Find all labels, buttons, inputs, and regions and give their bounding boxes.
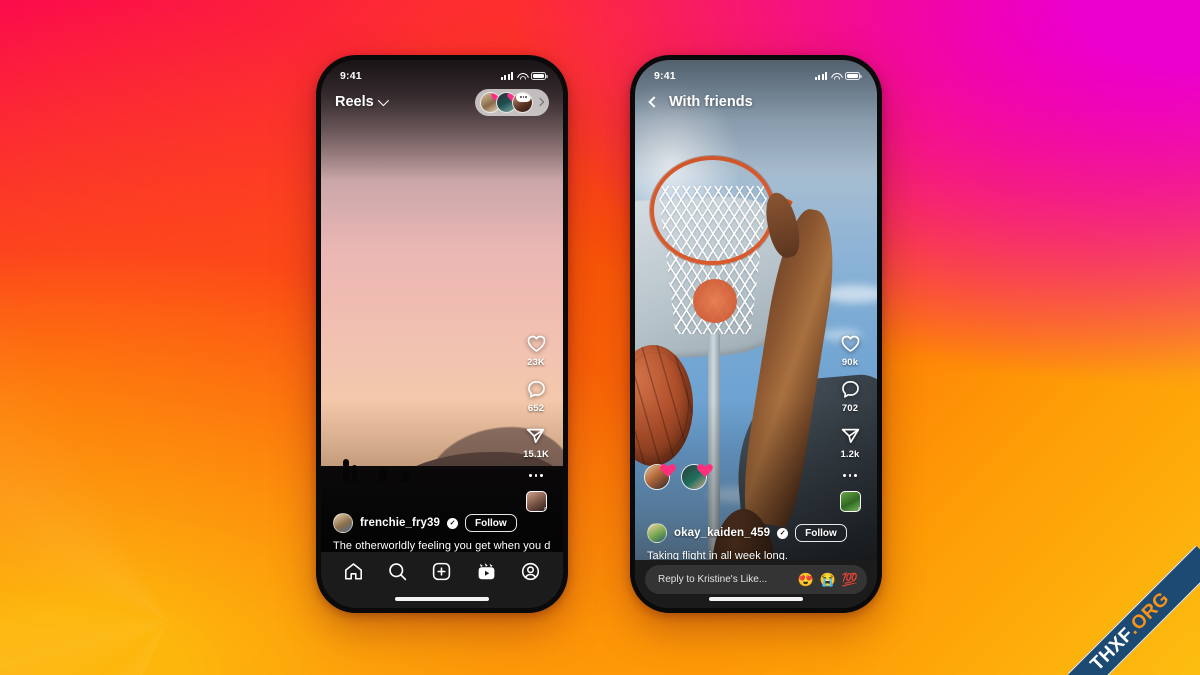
- audio-track-button[interactable]: ♫: [525, 491, 547, 512]
- cellular-bars-icon: [501, 72, 513, 80]
- more-options-button[interactable]: [529, 471, 543, 480]
- author-row: okay_kaiden_459 ✓ Follow: [647, 523, 865, 543]
- reels-header: Reels: [321, 88, 563, 116]
- avatar[interactable]: [333, 513, 353, 533]
- heart-icon: [841, 335, 859, 352]
- verified-badge-icon: ✓: [447, 517, 459, 529]
- share-count: 1.2k: [840, 449, 860, 461]
- background-sheen: [0, 0, 1200, 675]
- emoji-sob[interactable]: 😭: [820, 573, 836, 586]
- comment-button[interactable]: 702: [840, 379, 861, 414]
- music-note-icon: ♫: [856, 505, 860, 512]
- share-button[interactable]: 1.2k: [840, 425, 861, 460]
- status-bar: 9:41: [635, 60, 877, 86]
- more-options-icon: [529, 471, 543, 480]
- friend-avatar-3[interactable]: [512, 91, 533, 113]
- chevron-right-icon[interactable]: [535, 97, 545, 107]
- quick-emoji-row: 😍 😭 💯: [797, 573, 858, 586]
- share-button[interactable]: 15.1K: [523, 425, 549, 460]
- phone-reels-feed: 9:41 Reels 23K 652 15.1K frenchie_fry39 …: [316, 55, 568, 613]
- share-icon: [527, 429, 545, 444]
- chevron-down-icon[interactable]: [377, 94, 389, 107]
- author-row: frenchie_fry39 ✓ Follow: [333, 513, 551, 533]
- home-indicator: [395, 597, 489, 601]
- with-friends-header: With friends: [635, 88, 877, 116]
- heart-icon: [527, 335, 545, 352]
- comment-count: 652: [527, 403, 545, 415]
- reels-icon: [478, 563, 495, 580]
- like-count: 90k: [841, 357, 859, 369]
- more-options-button[interactable]: [843, 471, 857, 480]
- comment-count: 702: [841, 403, 859, 415]
- wifi-icon: [517, 72, 527, 81]
- tab-home[interactable]: [343, 561, 364, 587]
- caption[interactable]: The otherworldly feeling you get when yo…: [333, 540, 551, 552]
- tab-profile[interactable]: [520, 561, 541, 587]
- reel-meta-left: frenchie_fry39 ✓ Follow The otherworldly…: [321, 513, 563, 552]
- cellular-bars-icon: [815, 72, 827, 80]
- home-icon: [344, 563, 362, 580]
- friend-reaction-avatar-2[interactable]: [681, 464, 713, 490]
- profile-icon: [522, 562, 540, 581]
- status-icons: [815, 72, 862, 81]
- status-bar: 9:41: [321, 60, 563, 86]
- phone-with-friends: 9:41 With friends 90k 702 1.2k okay_kaid…: [630, 55, 882, 613]
- reels-title-group[interactable]: Reels: [335, 94, 389, 110]
- create-icon: [433, 562, 451, 581]
- verified-badge-icon: ✓: [777, 527, 789, 539]
- tab-create[interactable]: [431, 561, 452, 587]
- comment-button[interactable]: 652: [526, 379, 547, 414]
- status-icons: [501, 72, 548, 81]
- tab-reels[interactable]: [476, 561, 497, 587]
- status-clock: 9:41: [340, 70, 362, 82]
- status-clock: 9:41: [654, 70, 676, 82]
- story-reactions-pill[interactable]: [475, 88, 549, 116]
- screen-reels-feed: 9:41 Reels 23K 652 15.1K frenchie_fry39 …: [321, 60, 563, 608]
- like-button[interactable]: 90k: [840, 333, 861, 368]
- comment-icon: [527, 381, 545, 398]
- more-options-icon: [843, 471, 857, 480]
- share-icon: [841, 429, 859, 444]
- reel-meta-right: okay_kaiden_459 ✓ Follow Taking flight i…: [635, 523, 877, 562]
- page-title: Reels: [335, 94, 374, 110]
- follow-button[interactable]: Follow: [795, 524, 847, 542]
- follow-button[interactable]: Follow: [465, 514, 517, 532]
- chevron-left-icon[interactable]: [648, 96, 660, 108]
- friend-reactions: [644, 464, 713, 490]
- like-count: 23K: [527, 357, 545, 369]
- page-title: With friends: [669, 94, 753, 110]
- avatar[interactable]: [647, 523, 667, 543]
- comment-bubble-sticker: [516, 92, 531, 102]
- wifi-icon: [831, 72, 841, 81]
- username[interactable]: okay_kaiden_459: [674, 527, 770, 539]
- friend-reaction-avatar-1[interactable]: [644, 464, 676, 490]
- share-count: 15.1K: [523, 449, 549, 461]
- comment-icon: [841, 381, 859, 398]
- emoji-heart-eyes[interactable]: 😍: [797, 573, 813, 586]
- audio-thumbnail-icon: ♫: [839, 491, 861, 512]
- username[interactable]: frenchie_fry39: [360, 517, 440, 529]
- music-note-icon: ♫: [542, 505, 546, 512]
- reply-input[interactable]: Reply to Kristine's Like...: [658, 574, 767, 585]
- tab-search[interactable]: [387, 561, 408, 587]
- search-icon: [389, 563, 407, 581]
- emoji-hundred[interactable]: 💯: [842, 573, 858, 586]
- reply-input-row[interactable]: Reply to Kristine's Like... 😍 😭 💯: [645, 565, 867, 594]
- home-indicator: [709, 597, 803, 601]
- action-rail: 90k 702 1.2k: [830, 333, 870, 512]
- action-rail: 23K 652 15.1K: [516, 333, 556, 512]
- battery-icon: [845, 72, 862, 80]
- screen-with-friends: 9:41 With friends 90k 702 1.2k okay_kaid…: [635, 60, 877, 608]
- audio-thumbnail-icon: ♫: [525, 491, 547, 512]
- like-button[interactable]: 23K: [526, 333, 547, 368]
- battery-icon: [531, 72, 548, 80]
- audio-track-button[interactable]: ♫: [839, 491, 861, 512]
- screenshot-root: 9:41 Reels 23K 652 15.1K frenchie_fry39 …: [0, 0, 1200, 675]
